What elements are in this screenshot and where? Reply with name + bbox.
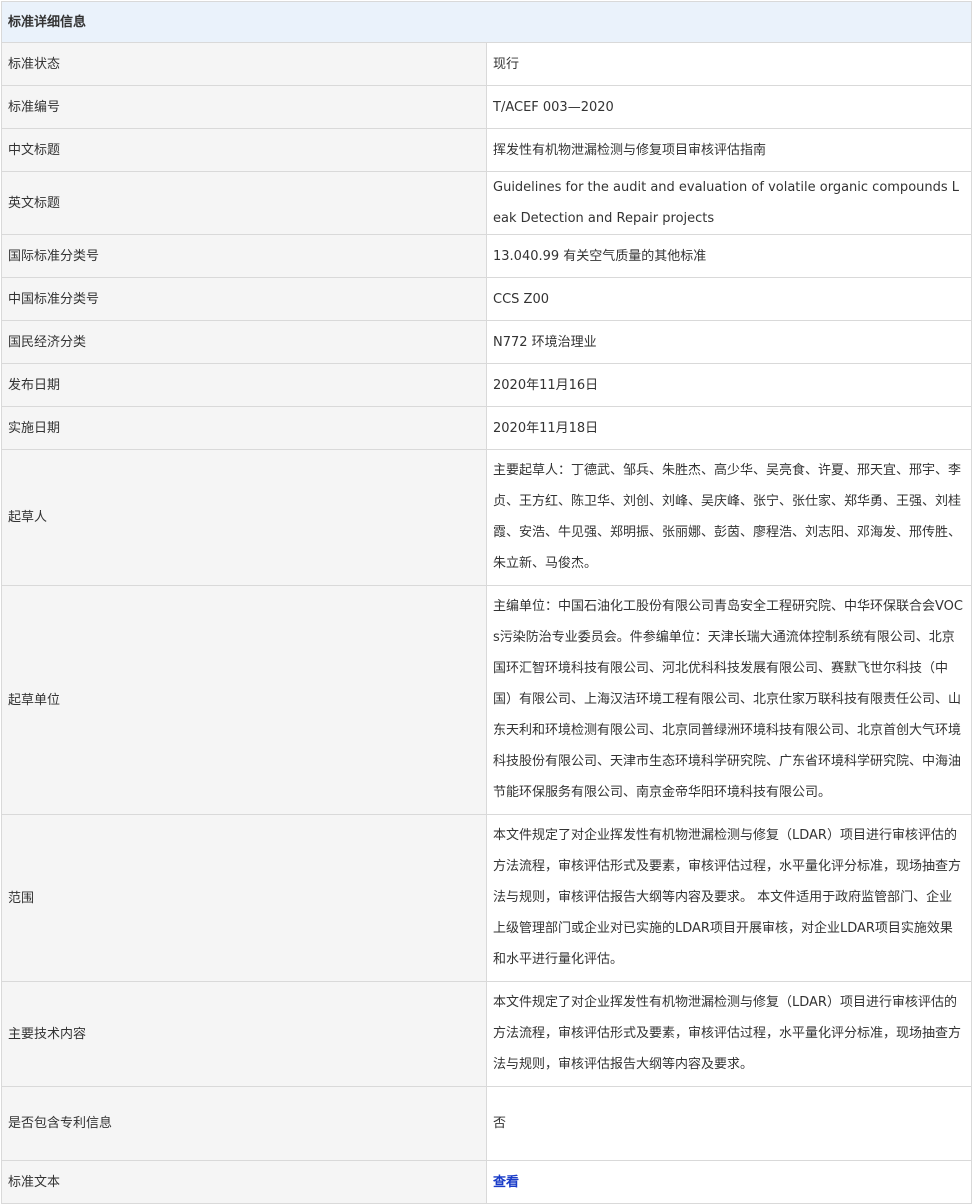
label-drafting-units: 起草单位 (1, 585, 487, 815)
value-main-technical-content: 本文件规定了对企业挥发性有机物泄漏检测与修复（LDAR）项目进行审核评估的方法流… (486, 981, 972, 1087)
value-publish-date: 2020年11月16日 (486, 363, 972, 407)
row-publish-date: 发布日期 2020年11月16日 (1, 363, 972, 407)
label-implement-date: 实施日期 (1, 406, 487, 450)
label-economic-class: 国民经济分类 (1, 320, 487, 364)
label-english-title: 英文标题 (1, 171, 487, 235)
label-standard-number: 标准编号 (1, 85, 487, 129)
row-ics-code: 国际标准分类号 13.040.99 有关空气质量的其他标准 (1, 234, 972, 278)
row-drafting-units: 起草单位 主编单位：中国石油化工股份有限公司青岛安全工程研究院、中华环保联合会V… (1, 585, 972, 815)
value-standard-number: T/ACEF 003—2020 (486, 85, 972, 129)
row-main-technical-content: 主要技术内容 本文件规定了对企业挥发性有机物泄漏检测与修复（LDAR）项目进行审… (1, 981, 972, 1087)
section-title: 标准详细信息 (1, 1, 972, 43)
value-implement-date: 2020年11月18日 (486, 406, 972, 450)
label-ccs-code: 中国标准分类号 (1, 277, 487, 321)
label-drafters: 起草人 (1, 449, 487, 586)
standard-text-cell: 查看 (486, 1160, 972, 1204)
row-patent-info: 是否包含专利信息 否 (1, 1086, 972, 1161)
row-scope: 范围 本文件规定了对企业挥发性有机物泄漏检测与修复（LDAR）项目进行审核评估的… (1, 814, 972, 982)
label-standard-text: 标准文本 (1, 1160, 487, 1204)
value-english-title: Guidelines for the audit and evaluation … (486, 171, 972, 235)
row-chinese-title: 中文标题 挥发性有机物泄漏检测与修复项目审核评估指南 (1, 128, 972, 172)
label-scope: 范围 (1, 814, 487, 982)
row-english-title: 英文标题 Guidelines for the audit and evalua… (1, 171, 972, 235)
row-standard-number: 标准编号 T/ACEF 003—2020 (1, 85, 972, 129)
value-scope: 本文件规定了对企业挥发性有机物泄漏检测与修复（LDAR）项目进行审核评估的方法流… (486, 814, 972, 982)
row-economic-class: 国民经济分类 N772 环境治理业 (1, 320, 972, 364)
value-ics-code: 13.040.99 有关空气质量的其他标准 (486, 234, 972, 278)
label-patent-info: 是否包含专利信息 (1, 1086, 487, 1161)
value-status: 现行 (486, 42, 972, 86)
view-link[interactable]: 查看 (493, 1175, 519, 1190)
label-chinese-title: 中文标题 (1, 128, 487, 172)
value-chinese-title: 挥发性有机物泄漏检测与修复项目审核评估指南 (486, 128, 972, 172)
standard-detail-table: 标准详细信息 标准状态 现行 标准编号 T/ACEF 003—2020 中文标题… (1, 1, 972, 1204)
value-economic-class: N772 环境治理业 (486, 320, 972, 364)
row-ccs-code: 中国标准分类号 CCS Z00 (1, 277, 972, 321)
row-drafters: 起草人 主要起草人：丁德武、邹兵、朱胜杰、高少华、吴亮食、许夏、邢天宜、邢宇、李… (1, 449, 972, 586)
label-status: 标准状态 (1, 42, 487, 86)
label-main-technical-content: 主要技术内容 (1, 981, 487, 1087)
value-ccs-code: CCS Z00 (486, 277, 972, 321)
row-implement-date: 实施日期 2020年11月18日 (1, 406, 972, 450)
row-standard-text: 标准文本 查看 (1, 1160, 972, 1204)
value-drafters: 主要起草人：丁德武、邹兵、朱胜杰、高少华、吴亮食、许夏、邢天宜、邢宇、李贞、王方… (486, 449, 972, 586)
label-publish-date: 发布日期 (1, 363, 487, 407)
label-ics-code: 国际标准分类号 (1, 234, 487, 278)
value-drafting-units: 主编单位：中国石油化工股份有限公司青岛安全工程研究院、中华环保联合会VOCs污染… (486, 585, 972, 815)
table-header-row: 标准详细信息 (1, 1, 972, 43)
row-status: 标准状态 现行 (1, 42, 972, 86)
value-patent-info: 否 (486, 1086, 972, 1161)
